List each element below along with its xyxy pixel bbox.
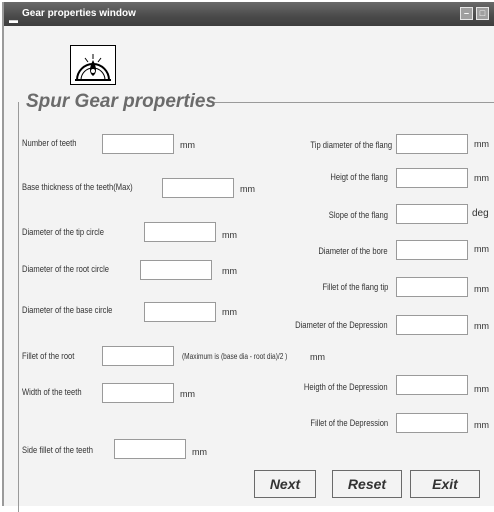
unit-tip-diameter-flang: mm <box>474 139 489 149</box>
number-of-teeth-input[interactable] <box>102 134 174 154</box>
gear-logo-icon <box>70 45 116 85</box>
height-flang-input[interactable] <box>396 168 468 188</box>
label-root-circle-diameter: Diameter of the root circle <box>22 264 110 275</box>
base-circle-diameter-input[interactable] <box>144 302 216 322</box>
minimize-icon[interactable]: – <box>460 7 473 20</box>
unit-root-circle-diameter: mm <box>222 266 237 276</box>
unit-depression-fillet: mm <box>474 420 489 430</box>
unit-slope-flang: deg <box>472 208 489 219</box>
unit-base-thickness: mm <box>240 184 255 194</box>
next-button[interactable]: Next <box>254 470 316 498</box>
label-fillet-of-root: Fillet of the root <box>22 351 75 362</box>
label-side-fillet: Side fillet of the teeth <box>22 445 93 456</box>
label-tip-circle-diameter: Diameter of the tip circle <box>22 227 104 238</box>
unit-depression-diameter: mm <box>474 321 489 331</box>
label-height-flang: Heigt of the flang <box>330 172 388 183</box>
depression-height-input[interactable] <box>396 375 468 395</box>
label-depression-diameter: Diameter of the Depression <box>295 320 388 331</box>
fillet-of-root-input[interactable] <box>102 346 174 366</box>
window-title: Gear properties window <box>22 8 136 19</box>
tip-circle-diameter-input[interactable] <box>144 222 216 242</box>
label-fillet-flang-tip: Fillet of the flang tip <box>322 282 388 293</box>
fillet-flang-tip-input[interactable] <box>396 277 468 297</box>
label-depression-fillet: Fillet of the Depression <box>310 418 388 429</box>
side-fillet-input[interactable] <box>114 439 186 459</box>
unit-number-of-teeth: mm <box>180 140 195 150</box>
unit-fillet-of-root: mm <box>310 352 325 362</box>
label-base-thickness: Base thickness of the teeth(Max) <box>22 182 133 193</box>
group-title: Spur Gear properties <box>26 91 217 112</box>
label-base-circle-diameter: Diameter of the base circle <box>22 305 113 316</box>
label-bore-diameter: Diameter of the bore <box>318 246 388 257</box>
gear-properties-window: ▬ Gear properties window – □ Spur Gear p… <box>2 2 494 512</box>
slope-flang-input[interactable] <box>396 204 468 224</box>
bore-diameter-input[interactable] <box>396 240 468 260</box>
label-depression-height: Heigth of the Depression <box>304 382 388 393</box>
root-circle-diameter-input[interactable] <box>140 260 212 280</box>
maximize-icon[interactable]: □ <box>476 7 489 20</box>
width-of-teeth-input[interactable] <box>102 383 174 403</box>
label-tip-diameter-flang: Tip diameter of the flang <box>310 140 392 151</box>
unit-bore-diameter: mm <box>474 244 489 254</box>
reset-button[interactable]: Reset <box>332 470 402 498</box>
label-number-of-teeth: Number of teeth <box>22 138 77 149</box>
depression-fillet-input[interactable] <box>396 413 468 433</box>
group-frame-left <box>18 102 19 512</box>
label-width-of-teeth: Width of the teeth <box>22 387 82 398</box>
unit-tip-circle-diameter: mm <box>222 230 237 240</box>
depression-diameter-input[interactable] <box>396 315 468 335</box>
label-slope-flang: Slope of the flang <box>328 210 388 221</box>
group-frame-top <box>212 102 494 103</box>
exit-button[interactable]: Exit <box>410 470 480 498</box>
unit-width-of-teeth: mm <box>180 389 195 399</box>
title-bar[interactable]: ▬ Gear properties window – □ <box>4 2 494 26</box>
base-thickness-input[interactable] <box>162 178 234 198</box>
unit-side-fillet: mm <box>192 447 207 457</box>
tip-diameter-flang-input[interactable] <box>396 134 468 154</box>
unit-base-circle-diameter: mm <box>222 307 237 317</box>
unit-fillet-flang-tip: mm <box>474 284 489 294</box>
fillet-root-hint: (Maximum is (base dia - root dia)/2 ) <box>182 352 288 361</box>
window-menu-icon[interactable]: ▬ <box>9 8 18 32</box>
unit-depression-height: mm <box>474 384 489 394</box>
unit-height-flang: mm <box>474 173 489 183</box>
